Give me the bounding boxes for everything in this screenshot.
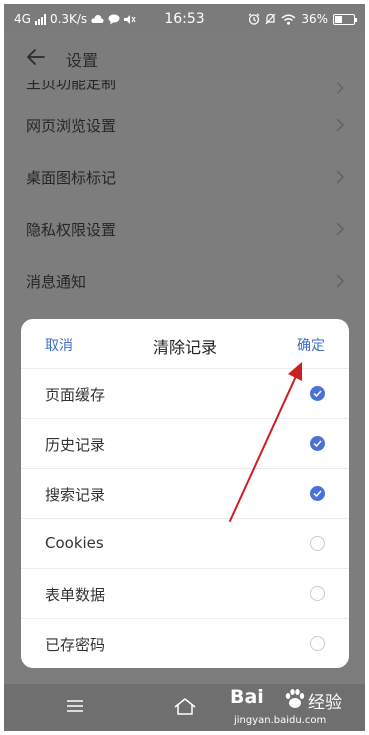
checked-icon[interactable] — [310, 436, 325, 451]
option-search-history[interactable]: 搜索记录 — [21, 469, 349, 519]
arrow-left-icon — [27, 49, 45, 65]
notification-off-icon — [265, 13, 276, 25]
chevron-right-icon — [336, 118, 344, 132]
unchecked-icon[interactable] — [310, 636, 325, 651]
dialog-header: 取消 清除记录 确定 — [21, 319, 349, 369]
battery-percent: 36% — [301, 12, 328, 26]
checked-icon[interactable] — [310, 486, 325, 501]
settings-item-notifications[interactable]: 消息通知 — [4, 256, 365, 308]
settings-item-label: 主页功能定制 — [26, 80, 117, 92]
chevron-right-icon — [336, 222, 344, 236]
clear-records-dialog: 取消 清除记录 确定 页面缓存 历史记录 搜索记录 Cookies 表单数据 已… — [21, 319, 349, 668]
phone-screen: 4G 0.3K/s 16:53 36% 设置 主页功能定制 网页浏览设置 桌面图… — [4, 4, 365, 731]
settings-list: 主页功能定制 网页浏览设置 桌面图标标记 隐私权限设置 消息通知 — [4, 80, 365, 308]
watermark-logo: Bai — [230, 686, 264, 708]
settings-item-label: 消息通知 — [26, 273, 87, 291]
option-label: 搜索记录 — [45, 486, 106, 504]
option-cookies[interactable]: Cookies — [21, 519, 349, 569]
paw-icon — [285, 689, 305, 708]
page-title: 设置 — [66, 51, 99, 70]
watermark-url: jingyan.baidu.com — [234, 715, 327, 726]
menu-icon[interactable] — [66, 699, 84, 713]
chevron-right-icon — [336, 170, 344, 184]
settings-item-label: 桌面图标标记 — [26, 169, 117, 187]
option-history[interactable]: 历史记录 — [21, 419, 349, 469]
unchecked-icon[interactable] — [310, 586, 325, 601]
option-label: Cookies — [45, 534, 104, 552]
settings-item-label: 网页浏览设置 — [26, 117, 117, 135]
wifi-icon — [281, 14, 296, 25]
settings-item-desktop-icon[interactable]: 桌面图标标记 — [4, 152, 365, 204]
settings-item-privacy[interactable]: 隐私权限设置 — [4, 204, 365, 256]
baidu-jingyan-watermark: Bai 经验 jingyan.baidu.com — [226, 686, 356, 730]
back-button[interactable] — [24, 44, 50, 70]
watermark-suffix: 经验 — [308, 693, 342, 713]
confirm-button[interactable]: 确定 — [297, 335, 325, 355]
settings-item-browsing[interactable]: 网页浏览设置 — [4, 100, 365, 152]
alarm-icon — [248, 13, 260, 25]
status-bar: 4G 0.3K/s 16:53 36% — [4, 4, 365, 34]
option-label: 历史记录 — [45, 436, 106, 454]
home-icon[interactable] — [173, 696, 197, 716]
option-page-cache[interactable]: 页面缓存 — [21, 369, 349, 419]
chevron-right-icon — [337, 82, 344, 94]
app-header: 设置 — [4, 34, 365, 80]
option-label: 表单数据 — [45, 586, 106, 604]
unchecked-icon[interactable] — [310, 536, 325, 551]
battery-icon — [333, 13, 357, 25]
chevron-right-icon — [336, 274, 344, 288]
option-form-data[interactable]: 表单数据 — [21, 569, 349, 619]
option-label: 页面缓存 — [45, 386, 106, 404]
settings-item-homepage[interactable]: 主页功能定制 — [4, 80, 365, 100]
option-saved-passwords[interactable]: 已存密码 — [21, 619, 349, 668]
option-label: 已存密码 — [45, 636, 106, 654]
status-right: 36% — [248, 12, 357, 26]
settings-item-label: 隐私权限设置 — [26, 221, 117, 239]
checked-icon[interactable] — [310, 386, 325, 401]
